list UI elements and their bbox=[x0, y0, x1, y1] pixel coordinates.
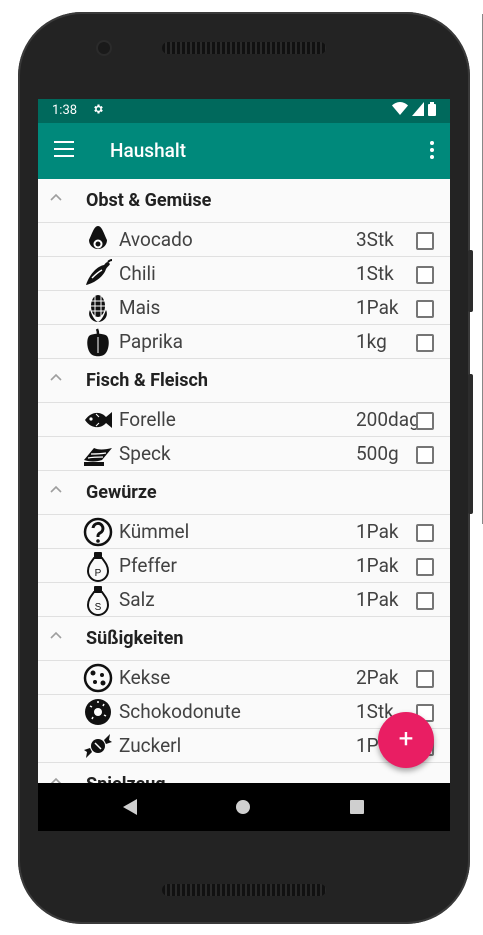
chevron-up-icon[interactable] bbox=[50, 631, 62, 641]
item-checkbox[interactable] bbox=[416, 670, 434, 688]
bacon-icon bbox=[82, 438, 114, 470]
menu-icon[interactable] bbox=[54, 141, 74, 157]
item-quantity: 3Stk bbox=[356, 228, 394, 251]
section-title: Obst & Gemüse bbox=[86, 190, 212, 211]
item-checkbox[interactable] bbox=[416, 558, 434, 576]
list-item[interactable]: Chili 1Stk bbox=[38, 257, 450, 291]
section-header[interactable]: Fisch & Fleisch bbox=[38, 359, 450, 403]
list-item[interactable]: S Salz 1Pak bbox=[38, 583, 450, 617]
more-options-icon[interactable] bbox=[430, 141, 434, 162]
nav-back-icon[interactable] bbox=[122, 799, 138, 815]
item-checkbox[interactable] bbox=[416, 266, 434, 284]
nav-home-icon[interactable] bbox=[236, 800, 250, 814]
list-item[interactable]: Avocado 3Stk bbox=[38, 223, 450, 257]
avocado-icon bbox=[82, 224, 114, 256]
screen: 1:38 Haushalt Obst & Gemüse Avocado 3Stk Ch… bbox=[38, 99, 450, 831]
item-checkbox[interactable] bbox=[416, 446, 434, 464]
svg-text:P: P bbox=[95, 568, 102, 579]
item-quantity: 1P bbox=[356, 734, 379, 757]
list-item[interactable]: P Pfeffer 1Pak bbox=[38, 549, 450, 583]
list-item[interactable]: Kümmel 1Pak bbox=[38, 515, 450, 549]
item-quantity: 1Pak bbox=[356, 520, 399, 543]
item-name: Schokodonute bbox=[119, 700, 241, 723]
gear-icon bbox=[92, 103, 104, 119]
chevron-up-icon[interactable] bbox=[50, 193, 62, 203]
item-checkbox[interactable] bbox=[416, 232, 434, 250]
item-name: Kekse bbox=[119, 666, 171, 689]
item-quantity: 200dag bbox=[356, 408, 420, 431]
add-item-button[interactable]: + bbox=[378, 712, 434, 768]
salt-shaker-icon: S bbox=[82, 584, 114, 616]
item-quantity: 1Pak bbox=[356, 588, 399, 611]
item-quantity: 1kg bbox=[356, 330, 387, 353]
signal-icon bbox=[412, 102, 424, 116]
item-name: Zuckerl bbox=[119, 734, 182, 757]
nav-recent-icon[interactable] bbox=[350, 800, 364, 814]
chevron-up-icon[interactable] bbox=[50, 485, 62, 495]
list-item[interactable]: Kekse 2Pak bbox=[38, 661, 450, 695]
power-button bbox=[468, 374, 473, 514]
pepper-icon bbox=[82, 326, 114, 358]
status-icons bbox=[392, 102, 436, 116]
cookie-icon bbox=[82, 662, 114, 694]
app-bar: Haushalt bbox=[38, 123, 450, 179]
item-name: Salz bbox=[119, 588, 155, 611]
list-item[interactable]: Paprika 1kg bbox=[38, 325, 450, 359]
item-quantity: 1Pak bbox=[356, 296, 399, 319]
svg-text:S: S bbox=[95, 602, 102, 613]
candy-icon bbox=[82, 730, 114, 762]
item-name: Avocado bbox=[119, 228, 193, 251]
front-camera bbox=[98, 42, 110, 54]
shopping-list: Obst & Gemüse Avocado 3Stk Chili 1Stk Mais 1Pa… bbox=[38, 179, 450, 807]
item-checkbox[interactable] bbox=[416, 334, 434, 352]
item-name: Kümmel bbox=[119, 520, 190, 543]
section-title: Gewürze bbox=[86, 482, 157, 503]
item-name: Pfeffer bbox=[119, 554, 177, 577]
chili-icon bbox=[82, 258, 114, 290]
item-quantity: 500g bbox=[356, 442, 399, 465]
status-time: 1:38 bbox=[52, 103, 78, 118]
section-header[interactable]: Obst & Gemüse bbox=[38, 179, 450, 223]
item-quantity: 1Pak bbox=[356, 554, 399, 577]
top-speaker bbox=[162, 42, 326, 54]
fish-icon bbox=[82, 404, 114, 436]
pepper-shaker-icon: P bbox=[82, 550, 114, 582]
section-title: Fisch & Fleisch bbox=[86, 370, 208, 391]
section-header[interactable]: Gewürze bbox=[38, 471, 450, 515]
list-item[interactable]: Forelle 200dag bbox=[38, 403, 450, 437]
list-item[interactable]: Speck 500g bbox=[38, 437, 450, 471]
donut-icon bbox=[82, 696, 114, 728]
navigation-bar bbox=[38, 783, 450, 831]
item-checkbox[interactable] bbox=[416, 300, 434, 318]
item-name: Paprika bbox=[119, 330, 183, 353]
item-checkbox[interactable] bbox=[416, 412, 434, 430]
question-icon bbox=[82, 516, 114, 548]
section-title: Süßigkeiten bbox=[86, 628, 184, 649]
item-name: Speck bbox=[119, 442, 171, 465]
item-name: Forelle bbox=[119, 408, 176, 431]
item-name: Chili bbox=[119, 262, 156, 285]
item-checkbox[interactable] bbox=[416, 592, 434, 610]
bottom-speaker bbox=[162, 884, 326, 896]
status-bar: 1:38 bbox=[38, 99, 450, 123]
volume-button bbox=[468, 250, 473, 312]
item-checkbox[interactable] bbox=[416, 524, 434, 542]
section-header[interactable]: Süßigkeiten bbox=[38, 617, 450, 661]
item-name: Mais bbox=[119, 296, 161, 319]
item-quantity: 1Stk bbox=[356, 262, 394, 285]
page-title: Haushalt bbox=[110, 139, 187, 162]
chevron-up-icon[interactable] bbox=[50, 373, 62, 383]
corn-icon bbox=[82, 292, 114, 324]
wifi-icon bbox=[392, 102, 408, 115]
list-item[interactable]: Mais 1Pak bbox=[38, 291, 450, 325]
item-quantity: 2Pak bbox=[356, 666, 399, 689]
battery-icon bbox=[428, 102, 436, 116]
